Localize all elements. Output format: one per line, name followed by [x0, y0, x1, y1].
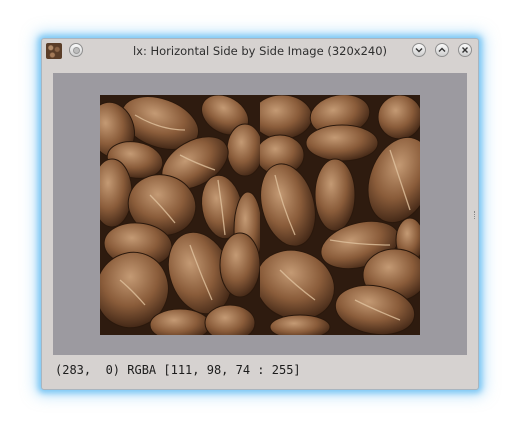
chevron-down-icon — [415, 48, 423, 53]
pixel-info-status: (283, 0) RGBA [111, 98, 74 : 255] — [55, 363, 301, 377]
image-canvas[interactable] — [53, 73, 467, 355]
window-title: lx: Horizontal Side by Side Image (320x2… — [132, 44, 388, 58]
coffee-beans-image-right — [260, 95, 420, 335]
window-menu-icon — [72, 46, 80, 54]
minimize-button[interactable] — [412, 43, 426, 57]
window-menu-button[interactable] — [69, 43, 83, 57]
chevron-up-icon — [438, 47, 446, 52]
image-right-half — [260, 95, 420, 335]
image-left-half — [100, 95, 260, 335]
coffee-beans-image-left — [100, 95, 260, 335]
resize-grip[interactable] — [474, 211, 477, 219]
close-button[interactable] — [458, 43, 472, 57]
app-window: lx: Horizontal Side by Side Image (320x2… — [41, 38, 479, 390]
close-icon — [462, 47, 468, 53]
title-bar[interactable]: lx: Horizontal Side by Side Image (320x2… — [42, 39, 478, 63]
coffee-app-icon — [46, 43, 62, 59]
maximize-button[interactable] — [435, 43, 449, 57]
